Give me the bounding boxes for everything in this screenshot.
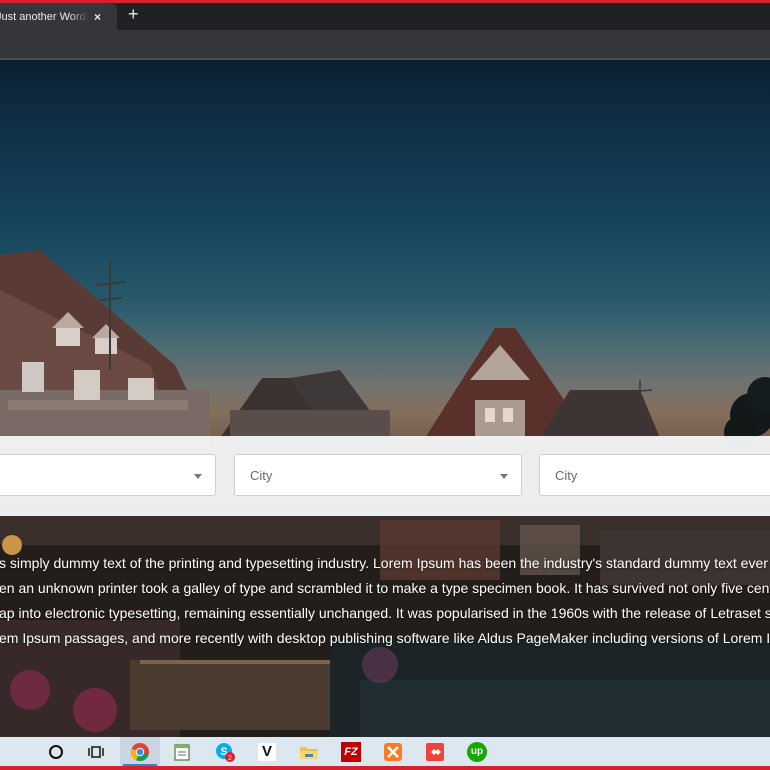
vectr-taskbar-button[interactable]: V (247, 737, 287, 766)
xampp-taskbar-button[interactable] (373, 737, 413, 766)
new-tab-icon[interactable]: + (128, 4, 139, 25)
cortana-circle-icon (49, 744, 63, 759)
notepad-icon (174, 743, 190, 761)
window-frame-top (0, 0, 770, 3)
city-select-1[interactable]: City (234, 454, 522, 496)
browser-tab[interactable]: Just another WordPress site × (0, 3, 117, 30)
folder-icon (300, 746, 318, 759)
v-icon: V (258, 742, 276, 761)
select-label: City (555, 468, 578, 483)
browser-toolbar (0, 30, 770, 58)
xampp-icon (384, 742, 402, 761)
tab-close-icon[interactable]: × (94, 10, 101, 24)
chrome-taskbar-button[interactable] (120, 737, 160, 766)
skype-icon: S 2 (216, 742, 235, 762)
upwork-taskbar-button[interactable]: up (457, 737, 497, 766)
anydesk-taskbar-button[interactable] (415, 737, 455, 766)
hero-description: s simply dummy text of the printing and … (0, 551, 770, 651)
description-line: en an unknown printer took a galley of t… (0, 580, 770, 596)
description-line: em Ipsum passages, and more recently wit… (0, 630, 770, 646)
file-explorer-taskbar-button[interactable] (289, 737, 329, 766)
search-filter-bar: City City (0, 436, 770, 516)
windows-taskbar: S 2 V FZ up (0, 737, 770, 766)
filezilla-icon: FZ (341, 741, 361, 762)
notepad-taskbar-button[interactable] (162, 737, 202, 766)
upwork-icon: up (467, 741, 487, 762)
task-view-icon (88, 745, 104, 758)
window-frame-bottom (0, 766, 770, 770)
anydesk-icon (426, 742, 444, 761)
chrome-icon (130, 742, 149, 761)
select-label: City (250, 468, 273, 483)
filter-select-1[interactable] (0, 454, 216, 496)
tab-title: Just another WordPress site (0, 10, 88, 23)
chevron-down-icon (194, 474, 202, 479)
skype-taskbar-button[interactable]: S 2 (205, 737, 245, 766)
filezilla-taskbar-button[interactable]: FZ (331, 737, 371, 766)
cortana-button[interactable] (36, 737, 76, 766)
hero-section: s simply dummy text of the printing and … (0, 60, 770, 737)
task-view-button[interactable] (77, 737, 117, 766)
chevron-down-icon (500, 474, 508, 479)
description-line: ap into electronic typesetting, remainin… (0, 605, 770, 621)
city-select-2[interactable]: City (539, 454, 770, 496)
browser-tabstrip: Just another WordPress site × + (0, 3, 770, 30)
description-line: s simply dummy text of the printing and … (0, 555, 770, 571)
skype-badge: 2 (228, 755, 232, 762)
